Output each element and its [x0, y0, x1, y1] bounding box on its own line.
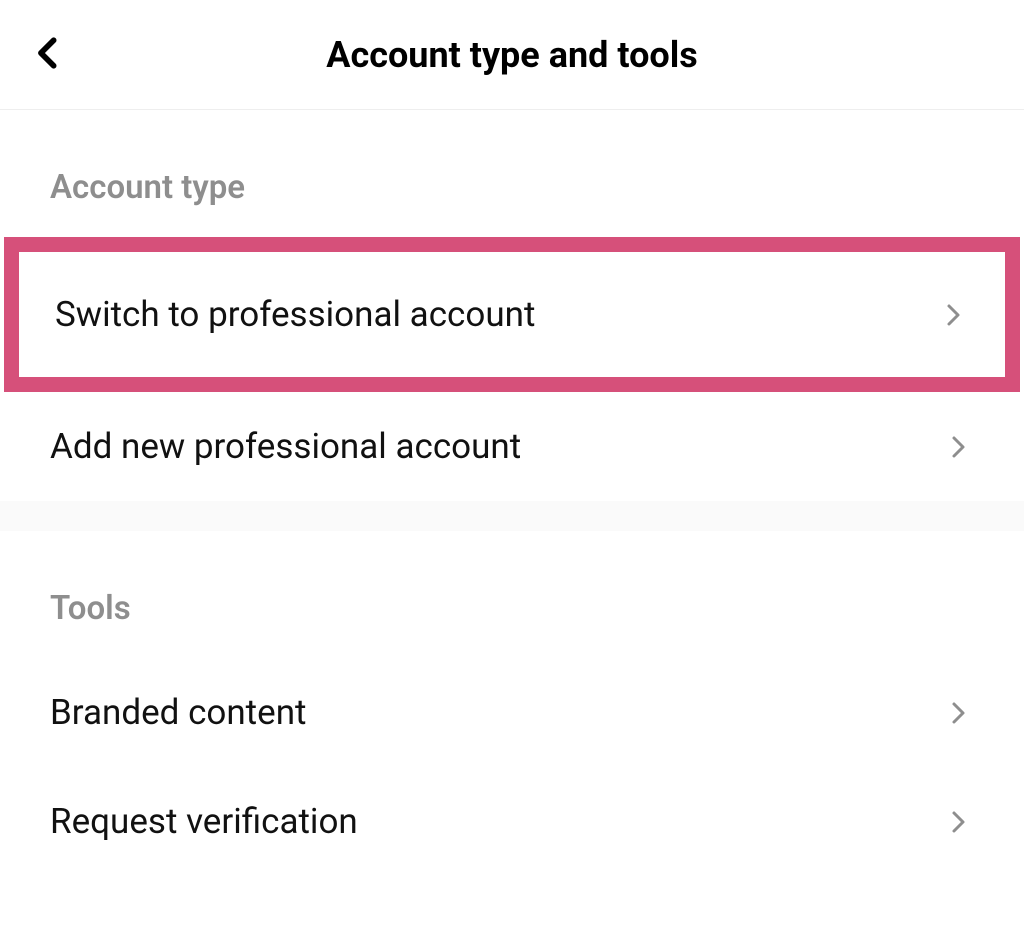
row-label: Add new professional account [50, 426, 521, 467]
section-header-tools: Tools [0, 531, 1024, 658]
chevron-right-icon [944, 807, 974, 837]
row-label: Request verification [50, 801, 358, 842]
row-switch-professional[interactable]: Switch to professional account [19, 252, 1005, 377]
section-divider [0, 501, 1024, 531]
header-bar: Account type and tools [0, 0, 1024, 110]
section-tools: Tools Branded content Request verificati… [0, 531, 1024, 876]
row-label: Branded content [50, 692, 306, 733]
chevron-left-icon [31, 36, 65, 74]
section-account-type: Account type Switch to professional acco… [0, 110, 1024, 501]
chevron-right-icon [939, 300, 969, 330]
page-title: Account type and tools [0, 34, 1024, 76]
chevron-right-icon [944, 698, 974, 728]
row-add-professional[interactable]: Add new professional account [0, 392, 1024, 501]
row-label: Switch to professional account [55, 294, 535, 335]
chevron-right-icon [944, 432, 974, 462]
back-button[interactable] [24, 31, 72, 79]
row-branded-content[interactable]: Branded content [0, 658, 1024, 767]
row-request-verification[interactable]: Request verification [0, 767, 1024, 876]
highlighted-row-container: Switch to professional account [4, 237, 1020, 392]
section-header-account-type: Account type [0, 110, 1024, 237]
